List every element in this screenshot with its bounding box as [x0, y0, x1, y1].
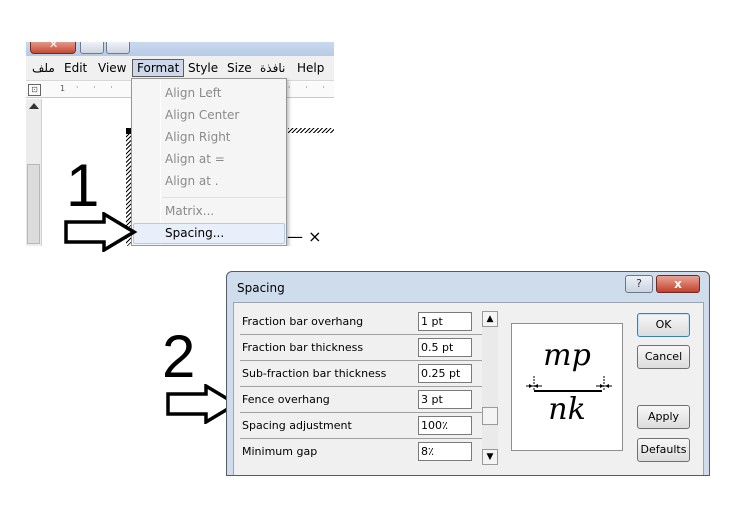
menu-view[interactable]: View [98, 61, 126, 75]
fraction-preview: mp nk [511, 323, 623, 451]
spacing-dialog: Spacing ? x Fraction bar overhang 1 pt F… [226, 271, 710, 476]
menu-separator [162, 197, 286, 198]
dialog-title: Spacing [237, 281, 285, 295]
question-icon: ? [636, 277, 642, 290]
preview-denominator: nk [548, 392, 586, 427]
fence-overhang-field[interactable]: 3 pt [418, 390, 472, 409]
scroll-up-icon[interactable] [29, 103, 39, 109]
menu-style[interactable]: Style [188, 61, 218, 75]
close-icon: ✕ [49, 42, 59, 51]
ok-button[interactable]: OK [637, 313, 690, 337]
menu-file[interactable]: ملف [32, 61, 55, 75]
property-row: Fraction bar overhang 1 pt [240, 309, 482, 335]
property-label: Fraction bar overhang [242, 315, 364, 328]
property-scrollbar[interactable]: ▲ ▼ [482, 311, 498, 465]
ruler-mark: 1 [60, 84, 66, 93]
minimum-gap-field[interactable]: 8٪ [418, 442, 472, 461]
close-icon: x [674, 277, 682, 291]
menu-help[interactable]: Help [297, 61, 324, 75]
menu-item-align-center[interactable]: Align Center [133, 105, 285, 126]
overhang-indicator-icon [526, 376, 612, 390]
scroll-thumb[interactable] [482, 407, 498, 425]
property-row: Fraction bar thickness 0.5 pt [240, 335, 482, 361]
menu-edit[interactable]: Edit [64, 61, 87, 75]
property-row: Minimum gap 8٪ [240, 439, 482, 465]
menu-item-matrix[interactable]: Matrix... [133, 201, 285, 222]
menu-item-spacing[interactable]: Spacing... [133, 223, 285, 244]
menu-item-align-right[interactable]: Align Right [133, 127, 285, 148]
scroll-thumb[interactable] [27, 164, 40, 244]
property-label: Sub-fraction bar thickness [242, 367, 387, 380]
title-bar: ✕ [26, 42, 334, 56]
preview-numerator: mp [543, 338, 591, 373]
menu-item-align-left[interactable]: Align Left [133, 83, 285, 104]
window-close-button[interactable]: ✕ [30, 42, 76, 54]
window-minimize-button[interactable] [106, 42, 130, 54]
sub-fraction-bar-thickness-field[interactable]: 0.25 pt [418, 364, 472, 383]
scroll-up-icon[interactable]: ▲ [482, 311, 498, 327]
menu-size[interactable]: Size [227, 61, 252, 75]
format-dropdown-menu: Align Left Align Center Align Right Alig… [131, 78, 287, 246]
scroll-down-icon[interactable]: ▼ [482, 449, 498, 465]
property-label: Spacing adjustment [242, 419, 352, 432]
property-label: Minimum gap [242, 445, 318, 458]
dialog-close-button[interactable]: x [656, 275, 700, 293]
defaults-button[interactable]: Defaults [637, 438, 690, 462]
property-grid: Fraction bar overhang 1 pt Fraction bar … [240, 309, 482, 465]
tab-stop-icon[interactable]: ⊡ [28, 84, 41, 96]
menu-item-align-at-equals[interactable]: Align at = [133, 149, 285, 170]
dialog-client-area: Fraction bar overhang 1 pt Fraction bar … [233, 302, 704, 475]
equation-frame-hatch-top [288, 128, 334, 133]
apply-button[interactable]: Apply [637, 405, 690, 429]
step-1-number: 1 [66, 152, 100, 219]
right-arrow-icon [64, 212, 138, 252]
step-2-number: 2 [162, 323, 196, 390]
property-row: Spacing adjustment 100٪ [240, 413, 482, 439]
menu-item-align-at-dot[interactable]: Align at . [133, 171, 285, 192]
menu-format[interactable]: Format [132, 59, 185, 77]
window-restore-button[interactable] [80, 42, 104, 54]
spacing-adjustment-field[interactable]: 100٪ [418, 416, 472, 435]
menu-window[interactable]: نافذة [260, 61, 285, 75]
vertical-scrollbar[interactable] [26, 99, 42, 246]
equation-fragment: — × [287, 227, 322, 246]
property-label: Fence overhang [242, 393, 330, 406]
property-label: Fraction bar thickness [242, 341, 364, 354]
property-row: Fence overhang 3 pt [240, 387, 482, 413]
cancel-button[interactable]: Cancel [637, 345, 690, 369]
property-row: Sub-fraction bar thickness 0.25 pt [240, 361, 482, 387]
help-button[interactable]: ? [625, 275, 653, 293]
fraction-bar-overhang-field[interactable]: 1 pt [418, 312, 472, 331]
fraction-bar-thickness-field[interactable]: 0.5 pt [418, 338, 472, 357]
